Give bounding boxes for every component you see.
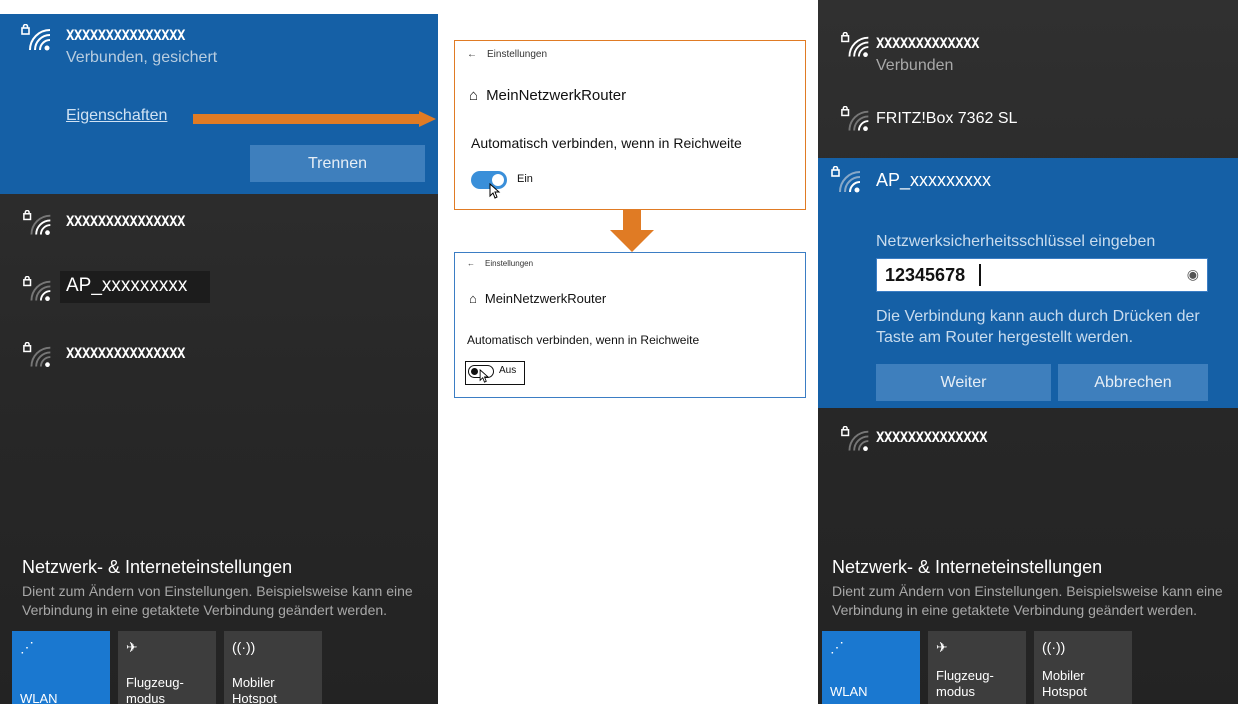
wifi-secured-icon <box>841 106 869 132</box>
tile-label: Flugzeug-modus <box>126 675 184 704</box>
security-key-input[interactable]: 12345678 ◉ <box>876 258 1208 292</box>
network-settings-description: Dient zum Ändern von Einstellungen. Beis… <box>832 582 1223 620</box>
settings-card-auto-on: ← Einstellungen ⌂ MeinNetzwerkRouter Autom… <box>454 40 806 210</box>
auto-connect-label: Automatisch verbinden, wenn in Reichweit… <box>467 333 700 347</box>
security-key-value: 12345678 <box>885 265 966 285</box>
toggle-state-label: Ein <box>517 173 533 185</box>
auto-connect-label: Automatisch verbinden, wenn in Reichweit… <box>471 135 742 151</box>
cancel-button[interactable]: Abbrechen <box>1058 364 1208 401</box>
mobile-hotspot-tile[interactable]: ((·)) Mobiler Hotspot <box>224 631 322 704</box>
airplane-icon: ✈ <box>126 639 138 655</box>
network-status: Verbunden <box>876 57 954 74</box>
wlan-tile[interactable]: ⋰ WLAN <box>822 631 920 704</box>
network-name: AP_xxxxxxxxx <box>66 275 188 296</box>
tile-label: Flugzeug-modus <box>936 668 994 699</box>
network-item[interactable]: FRITZ!Box 7362 SL <box>818 96 1238 154</box>
router-name: MeinNetzwerkRouter <box>486 87 627 104</box>
network-name: FRITZ!Box 7362 SL <box>876 110 1018 127</box>
network-name: AP_xxxxxxxxx <box>876 170 992 190</box>
tile-label: Mobiler Hotspot <box>1042 668 1087 699</box>
mouse-cursor-icon <box>489 183 501 199</box>
tile-label: WLAN <box>20 691 58 704</box>
network-item[interactable]: XXXXXXXXXXXXXXX <box>0 200 438 258</box>
network-settings-link[interactable]: Netzwerk- & Interneteinstellungen <box>22 557 292 578</box>
wlan-tile[interactable]: ⋰ WLAN <box>12 631 110 704</box>
wifi-secured-icon <box>23 210 51 236</box>
wifi-secured-icon <box>841 32 869 58</box>
network-item[interactable]: XXXXXXXXXXXXX Verbunden <box>818 22 1238 80</box>
wifi-secured-icon <box>21 24 51 51</box>
wifi-secured-icon <box>23 276 51 302</box>
airplane-mode-tile[interactable]: ✈ Flugzeug-modus <box>928 631 1026 704</box>
airplane-mode-tile[interactable]: ✈ Flugzeug-modus <box>118 631 216 704</box>
back-nav[interactable]: ← Einstellungen <box>467 259 533 268</box>
properties-link[interactable]: Eigenschaften <box>66 107 167 125</box>
security-key-prompt: Netzwerksicherheitsschlüssel eingeben <box>876 233 1156 250</box>
connected-network-panel[interactable]: XXXXXXXXXXXXXXX Verbunden, gesichert Eig… <box>0 14 438 194</box>
reveal-password-icon[interactable]: ◉ <box>1187 266 1199 283</box>
network-item[interactable]: XXXXXXXXXXXXXX <box>818 416 1238 474</box>
router-title: ⌂ MeinNetzwerkRouter <box>469 291 606 306</box>
arrow-right-annotation <box>193 111 436 127</box>
next-button[interactable]: Weiter <box>876 364 1051 401</box>
settings-card-auto-off: ← Einstellungen ⌂ MeinNetzwerkRouter Autom… <box>454 252 806 398</box>
wifi-secured-icon <box>831 166 861 193</box>
router-name: MeinNetzwerkRouter <box>484 291 607 306</box>
network-name: XXXXXXXXXXXXX <box>876 36 980 52</box>
wifi-secured-icon <box>23 342 51 368</box>
network-name: XXXXXXXXXXXXXX <box>876 430 988 446</box>
description-line: Verbindung in eine getaktete Verbindung … <box>832 602 1198 618</box>
home-icon: ⌂ <box>469 291 477 306</box>
back-label: Einstellungen <box>487 49 548 60</box>
wps-hint: Die Verbindung kann auch durch Drücken d… <box>876 306 1200 348</box>
tile-label: WLAN <box>830 684 868 699</box>
hotspot-icon: ((·)) <box>1042 639 1066 655</box>
hotspot-icon: ((·)) <box>232 639 256 655</box>
back-nav[interactable]: ← Einstellungen <box>467 49 547 60</box>
back-label: Einstellungen <box>485 259 534 268</box>
hint-line: Taste am Router hergestellt werden. <box>876 329 1134 346</box>
tile-label: Mobiler Hotspot <box>232 675 277 704</box>
description-line: Dient zum Ändern von Einstellungen. Beis… <box>832 583 1223 599</box>
network-name: XXXXXXXXXXXXXXX <box>66 346 185 362</box>
back-arrow-icon: ← <box>467 49 477 60</box>
network-settings-link[interactable]: Netzwerk- & Interneteinstellungen <box>832 557 1102 578</box>
hint-line: Die Verbindung kann auch durch Drücken d… <box>876 308 1200 325</box>
network-item[interactable]: AP_xxxxxxxxx <box>0 266 438 324</box>
wifi-secured-icon <box>841 426 869 452</box>
description-line: Dient zum Ändern von Einstellungen. Beis… <box>22 583 413 599</box>
disconnect-button[interactable]: Trennen <box>250 145 425 182</box>
connected-network-name: XXXXXXXXXXXXXXX <box>66 28 185 44</box>
network-item[interactable]: XXXXXXXXXXXXXXX <box>0 332 438 390</box>
back-arrow-icon: ← <box>467 259 475 268</box>
router-title: ⌂ MeinNetzwerkRouter <box>469 87 626 104</box>
toggle-knob <box>471 368 478 375</box>
wifi-icon: ⋰ <box>830 639 844 655</box>
wifi-icon: ⋰ <box>20 639 34 655</box>
text-caret <box>979 264 981 286</box>
network-name: XXXXXXXXXXXXXXX <box>66 214 185 230</box>
toggle-state-label: Aus <box>499 365 517 376</box>
arrow-down-annotation <box>610 208 654 252</box>
airplane-icon: ✈ <box>936 639 948 655</box>
wifi-flyout-right: XXXXXXXXXXXXX Verbunden FRITZ!Box 7362 S… <box>818 0 1238 704</box>
home-icon: ⌂ <box>469 87 479 104</box>
connected-status: Verbunden, gesichert <box>66 49 218 66</box>
mobile-hotspot-tile[interactable]: ((·)) Mobiler Hotspot <box>1034 631 1132 704</box>
description-line: Verbindung in eine getaktete Verbindung … <box>22 602 388 618</box>
network-settings-description: Dient zum Ändern von Einstellungen. Beis… <box>22 582 413 620</box>
mouse-cursor-icon <box>479 369 490 383</box>
